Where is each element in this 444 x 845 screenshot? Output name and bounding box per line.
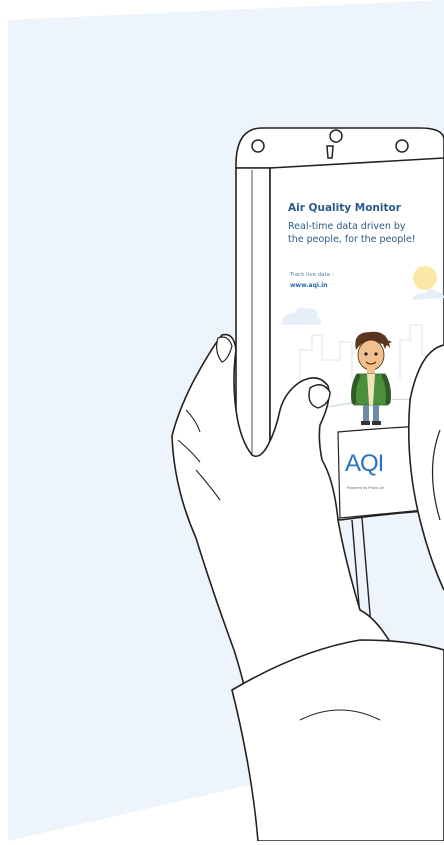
illustration-scene: Air Quality Monitor Real-time data drive… bbox=[0, 0, 444, 842]
device-tagline: Real-time data driven by bbox=[288, 221, 406, 232]
device-tagline: the people, for the people! bbox=[288, 234, 416, 245]
device-title: Air Quality Monitor bbox=[288, 202, 401, 214]
aqi-logo: AQI bbox=[345, 450, 384, 477]
scene-svg bbox=[8, 0, 444, 842]
track-label: Track live data : bbox=[290, 272, 334, 278]
mount-hole-left bbox=[251, 139, 265, 153]
sun-icon bbox=[413, 266, 437, 290]
website-url: www.aqi.in bbox=[290, 282, 328, 289]
powered-by-label: Powered by Prana Air bbox=[347, 486, 385, 490]
device-side bbox=[235, 167, 271, 477]
mount-hole-right bbox=[395, 139, 409, 153]
